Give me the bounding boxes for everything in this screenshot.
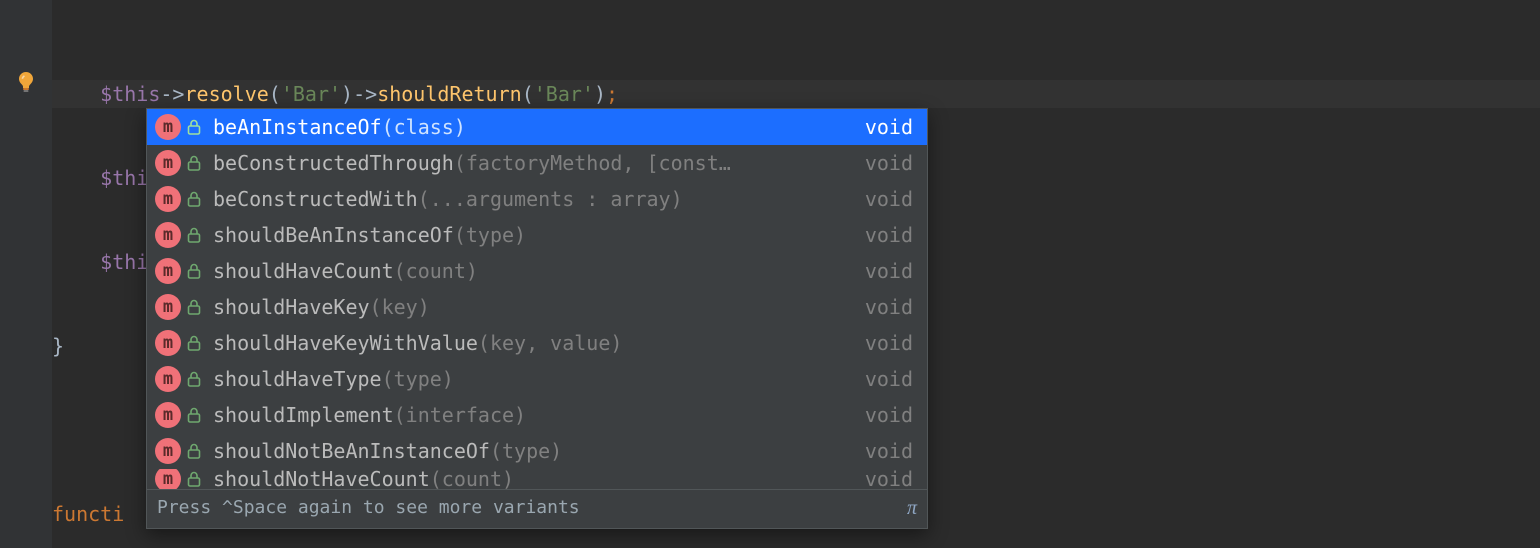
autocomplete-item[interactable]: m shouldHaveType(type) void: [147, 361, 927, 397]
autocomplete-item[interactable]: m beConstructedWith(...arguments : array)…: [147, 181, 927, 217]
autocomplete-item[interactable]: m shouldHaveKey(key) void: [147, 289, 927, 325]
visibility-lock-icon: [185, 406, 203, 424]
autocomplete-item-return: void: [865, 255, 913, 287]
autocomplete-item-params: (interface): [394, 399, 526, 431]
autocomplete-item-name: shouldImplement: [213, 399, 394, 431]
autocomplete-item-params: (type): [454, 219, 526, 251]
autocomplete-item-name: shouldHaveKeyWithValue: [213, 327, 478, 359]
autocomplete-item-name: beConstructedWith: [213, 183, 418, 215]
visibility-lock-icon: [185, 370, 203, 388]
visibility-lock-icon: [185, 190, 203, 208]
method-icon: m: [155, 402, 181, 428]
autocomplete-item[interactable]: m shouldBeAnInstanceOf(type) void: [147, 217, 927, 253]
intention-bulb-icon[interactable]: [14, 70, 38, 94]
visibility-lock-icon: [185, 470, 203, 488]
visibility-lock-icon: [185, 226, 203, 244]
autocomplete-item-params: (type): [490, 435, 562, 467]
visibility-lock-icon: [185, 298, 203, 316]
visibility-lock-icon: [185, 442, 203, 460]
visibility-lock-icon: [185, 262, 203, 280]
lightbulb-icon: [14, 70, 38, 94]
method-icon: m: [155, 330, 181, 356]
autocomplete-item[interactable]: m shouldImplement(interface) void: [147, 397, 927, 433]
method-icon: m: [155, 258, 181, 284]
autocomplete-item-return: void: [865, 435, 913, 467]
pi-icon[interactable]: π: [907, 492, 917, 524]
code-line: $this->resolve('Bar')->shouldReturn('Bar…: [52, 80, 1540, 108]
autocomplete-popup[interactable]: m beAnInstanceOf(class) void m beConstructed…: [146, 108, 928, 529]
autocomplete-item-name: shouldHaveKey: [213, 291, 370, 323]
autocomplete-item-params: (factoryMethod, [const…: [454, 147, 731, 179]
autocomplete-item-name: shouldNotBeAnInstanceOf: [213, 435, 490, 467]
autocomplete-item-return: void: [865, 469, 913, 489]
autocomplete-item-params: (type): [382, 363, 454, 395]
autocomplete-item[interactable]: m beConstructedThrough(factoryMethod, [co…: [147, 145, 927, 181]
autocomplete-item-return: void: [865, 291, 913, 323]
visibility-lock-icon: [185, 334, 203, 352]
autocomplete-item-params: (key): [370, 291, 430, 323]
autocomplete-item-name: shouldHaveType: [213, 363, 382, 395]
autocomplete-item-params: (class): [382, 111, 466, 143]
visibility-lock-icon: [185, 154, 203, 172]
autocomplete-hint-text: Press ^Space again to see more variants: [157, 492, 580, 524]
autocomplete-item-params: (count): [430, 469, 514, 489]
method-icon: m: [155, 186, 181, 212]
autocomplete-item-name: shouldNotHaveCount: [213, 469, 430, 489]
autocomplete-item-return: void: [865, 147, 913, 179]
editor-surface[interactable]: $this->resolve('Bar')->shouldReturn('Bar…: [0, 0, 1540, 548]
autocomplete-item-params: (...arguments : array): [418, 183, 683, 215]
autocomplete-item-name: beConstructedThrough: [213, 147, 454, 179]
autocomplete-item[interactable]: m shouldNotHaveCount(count) void: [147, 469, 927, 489]
autocomplete-item-return: void: [865, 183, 913, 215]
autocomplete-item-name: shouldBeAnInstanceOf: [213, 219, 454, 251]
method-icon: m: [155, 366, 181, 392]
visibility-lock-icon: [185, 118, 203, 136]
method-icon: m: [155, 150, 181, 176]
autocomplete-item-name: shouldHaveCount: [213, 255, 394, 287]
autocomplete-item-return: void: [865, 219, 913, 251]
autocomplete-item-name: beAnInstanceOf: [213, 111, 382, 143]
autocomplete-item-return: void: [865, 399, 913, 431]
method-icon: m: [155, 438, 181, 464]
autocomplete-item-params: (count): [394, 255, 478, 287]
method-icon: m: [155, 294, 181, 320]
method-icon: m: [155, 469, 181, 489]
autocomplete-item[interactable]: m shouldHaveCount(count) void: [147, 253, 927, 289]
autocomplete-item-return: void: [865, 363, 913, 395]
autocomplete-item-return: void: [865, 327, 913, 359]
autocomplete-item-return: void: [865, 111, 913, 143]
autocomplete-item[interactable]: m shouldHaveKeyWithValue(key, value) void: [147, 325, 927, 361]
autocomplete-item-params: (key, value): [478, 327, 623, 359]
autocomplete-item[interactable]: m shouldNotBeAnInstanceOf(type) void: [147, 433, 927, 469]
method-icon: m: [155, 114, 181, 140]
autocomplete-item[interactable]: m beAnInstanceOf(class) void: [147, 109, 927, 145]
autocomplete-hint-bar: Press ^Space again to see more variants …: [147, 489, 927, 528]
autocomplete-list[interactable]: m beAnInstanceOf(class) void m beConstructed…: [147, 109, 927, 489]
method-icon: m: [155, 222, 181, 248]
